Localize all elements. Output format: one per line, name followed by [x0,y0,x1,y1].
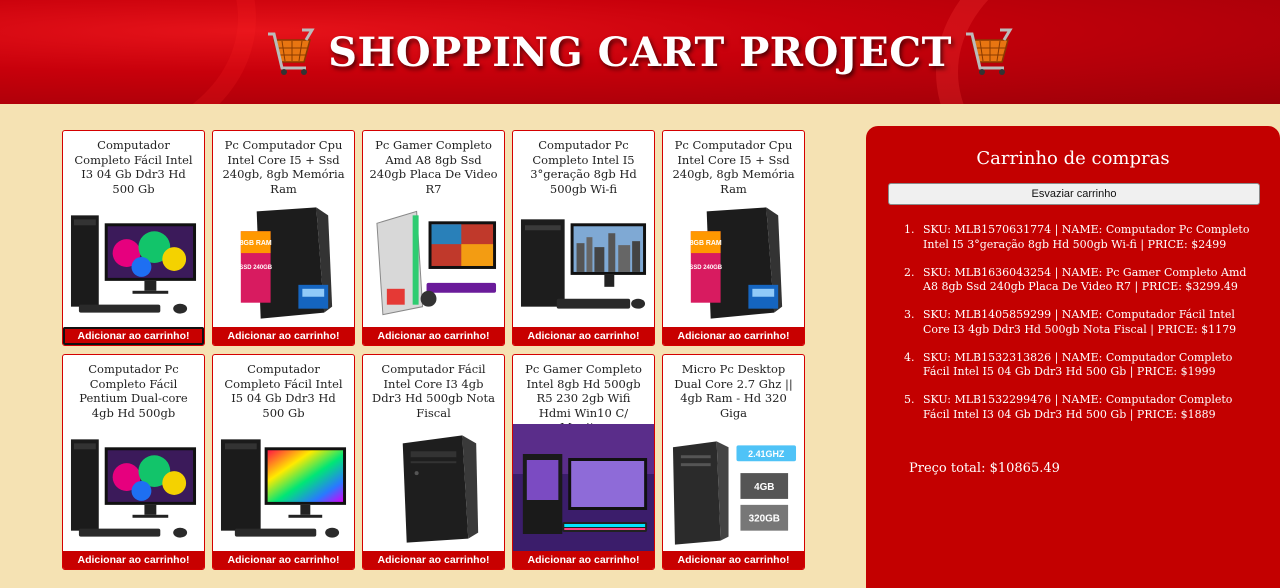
cart-item[interactable]: 2. SKU: MLB1636043254 | NAME: Pc Gamer Co… [904,266,1254,295]
ssd-badge-text: SSD 240GB [689,265,722,271]
product-title: Pc Gamer Completo Intel 8gb Hd 500gb R5 … [525,362,642,425]
cart-item-text: SKU: MLB1405859299 | NAME: Computador Fá… [923,308,1237,336]
product-card: Pc Gamer Completo Intel 8gb Hd 500gb R5 … [512,354,655,570]
product-card: Micro Pc Desktop Dual Core 2.7 Ghz || 4g… [662,354,805,570]
ghz-spec-text: 2.41GHZ [748,449,785,459]
add-to-cart-button[interactable]: Adicionar ao carrinho! [663,327,804,345]
product-card: Pc Gamer Completo Amd A8 8gb Ssd 240gb P… [362,130,505,346]
product-card: Computador Fácil Intel Core I3 4gb Ddr3 … [362,354,505,570]
product-title: Pc Gamer Completo Amd A8 8gb Ssd 240gb P… [369,138,498,196]
cart-item-text: SKU: MLB1532313826 | NAME: Computador Co… [923,350,1233,379]
product-image: 2.41GHZ 4GB 320GB [667,425,800,549]
product-image [217,425,350,549]
cart-panel: Carrinho de compras Esvaziar carrinho 1.… [866,126,1280,588]
ram-spec-text: 4GB [754,482,774,493]
add-to-cart-button[interactable]: Adicionar ao carrinho! [363,327,504,345]
product-image: 8GB RAM SSD 240GB [667,201,800,325]
empty-cart-button[interactable]: Esvaziar carrinho [888,183,1260,205]
shopping-cart-icon [268,28,315,75]
add-to-cart-button[interactable]: Adicionar ao carrinho! [63,327,204,345]
product-title: Computador Pc Completo Intel I5 3°geraçã… [530,138,637,196]
product-image [67,201,200,325]
shopping-cart-icon [965,28,1013,75]
product-card: Computador Completo Fácil Intel I5 04 Gb… [212,354,355,570]
add-to-cart-button[interactable]: Adicionar ao carrinho! [63,551,204,569]
cart-item[interactable]: 3. SKU: MLB1405859299 | NAME: Computador … [904,308,1254,337]
cart-total: Preço total: $10865.49 [909,461,1060,476]
cart-item-text: SKU: MLB1636043254 | NAME: Pc Gamer Comp… [923,265,1247,294]
ram-badge-text: 8GB RAM [240,240,272,247]
title-bar: SHOPPING CART PROJECT [0,24,1280,80]
product-title: Pc Computador Cpu Intel Core I5 + Ssd 24… [672,138,795,196]
page-title: SHOPPING CART PROJECT [328,28,952,76]
product-title: Micro Pc Desktop Dual Core 2.7 Ghz || 4g… [674,362,793,420]
product-title: Computador Completo Fácil Intel I5 04 Gb… [224,362,343,420]
ram-badge-text: 8GB RAM [690,240,722,247]
cart-item[interactable]: 1. SKU: MLB1570631774 | NAME: Computador … [904,223,1254,252]
ssd-badge-text: SSD 240GB [239,265,272,271]
product-card: Pc Computador Cpu Intel Core I5 + Ssd 24… [212,130,355,346]
cart-item-list: 1. SKU: MLB1570631774 | NAME: Computador … [904,223,1254,436]
add-to-cart-button[interactable]: Adicionar ao carrinho! [513,327,654,345]
product-grid: Computador Completo Fácil Intel I3 04 Gb… [62,130,805,570]
cart-item-text: SKU: MLB1532299476 | NAME: Computador Co… [923,393,1233,421]
page-header: SHOPPING CART PROJECT [0,0,1280,104]
add-to-cart-button[interactable]: Adicionar ao carrinho! [513,551,654,569]
product-title: Computador Fácil Intel Core I3 4gb Ddr3 … [372,362,495,420]
add-to-cart-button[interactable]: Adicionar ao carrinho! [213,551,354,569]
product-image [367,201,500,325]
product-image [67,425,200,549]
product-title: Computador Completo Fácil Intel I3 04 Gb… [74,138,193,196]
cart-item[interactable]: 4. SKU: MLB1532313826 | NAME: Computador … [904,351,1254,380]
add-to-cart-button[interactable]: Adicionar ao carrinho! [363,551,504,569]
product-title: Pc Computador Cpu Intel Core I5 + Ssd 24… [222,138,345,196]
product-image: 8GB RAM SSD 240GB [217,201,350,325]
hd-spec-text: 320GB [749,514,780,525]
product-title: Computador Pc Completo Fácil Pentium Dua… [79,362,188,420]
cart-title: Carrinho de compras [976,148,1170,169]
product-card: Computador Pc Completo Intel I5 3°geraçã… [512,130,655,346]
product-card: Pc Computador Cpu Intel Core I5 + Ssd 24… [662,130,805,346]
add-to-cart-button[interactable]: Adicionar ao carrinho! [663,551,804,569]
product-card: Computador Completo Fácil Intel I3 04 Gb… [62,130,205,346]
cart-item-text: SKU: MLB1570631774 | NAME: Computador Pc… [923,223,1250,251]
add-to-cart-button[interactable]: Adicionar ao carrinho! [213,327,354,345]
cart-item[interactable]: 5. SKU: MLB1532299476 | NAME: Computador … [904,393,1254,422]
product-image [517,201,650,325]
product-image [367,425,500,549]
product-card: Computador Pc Completo Fácil Pentium Dua… [62,354,205,570]
product-image [513,424,654,552]
